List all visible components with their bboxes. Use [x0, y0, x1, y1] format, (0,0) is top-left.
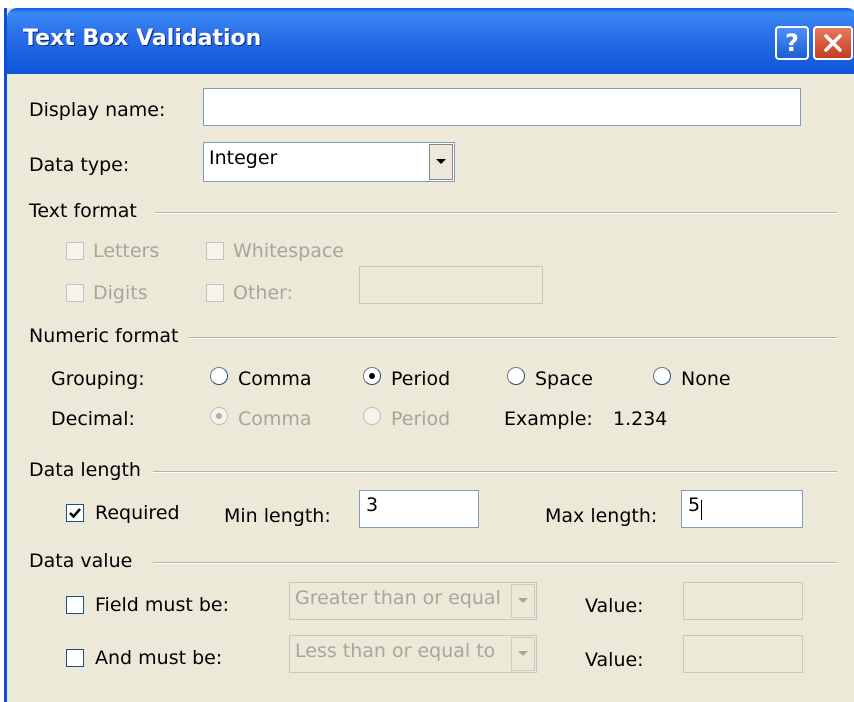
field-operator-selected: Greater than or equal	[295, 587, 501, 609]
whitespace-label: Whitespace	[233, 240, 344, 262]
digits-checkbox[interactable]	[66, 284, 84, 302]
required-checkbox[interactable]	[66, 504, 84, 522]
section-divider	[153, 562, 837, 564]
data-length-section: Data length	[29, 459, 141, 481]
field-must-be-label: Field must be:	[95, 594, 229, 616]
max-length-label: Max length:	[545, 505, 658, 527]
example-value: 1.234	[613, 408, 668, 430]
and-must-be-label: And must be:	[95, 647, 223, 669]
max-length-value: 5	[688, 494, 701, 516]
grouping-period-radio[interactable]	[363, 367, 381, 385]
min-length-label: Min length:	[224, 505, 331, 527]
grouping-space-radio[interactable]	[507, 367, 525, 385]
data-length-heading: Data length	[29, 459, 141, 481]
close-button[interactable]	[813, 26, 853, 60]
data-value-section: Data value	[29, 550, 132, 572]
digits-label: Digits	[93, 282, 148, 304]
letters-label: Letters	[93, 240, 160, 262]
field-operator-select[interactable]: Greater than or equal	[289, 582, 537, 620]
window-title: Text Box Validation	[23, 26, 262, 51]
decimal-comma-radio[interactable]	[210, 407, 228, 425]
text-format-section: Text format	[29, 200, 137, 222]
chevron-down-icon	[436, 159, 446, 164]
help-button[interactable]: ?	[775, 26, 809, 60]
display-name-label: Display name:	[29, 99, 166, 121]
dropdown-arrow-button[interactable]	[429, 144, 453, 180]
grouping-comma-label: Comma	[238, 368, 312, 390]
help-icon: ?	[785, 29, 799, 57]
min-length-value: 3	[366, 494, 379, 516]
other-checkbox[interactable]	[206, 284, 224, 302]
section-divider	[153, 471, 837, 473]
and-must-be-checkbox[interactable]	[66, 649, 84, 667]
grouping-space-label: Space	[535, 368, 593, 390]
numeric-format-heading: Numeric format	[29, 325, 179, 347]
and-operator-select[interactable]: Less than or equal to	[289, 635, 537, 673]
section-divider	[189, 337, 837, 339]
field-must-be-checkbox[interactable]	[66, 596, 84, 614]
text-box-validation-dialog: Text Box Validation ? Display name: Data…	[4, 8, 854, 702]
decimal-period-radio[interactable]	[363, 407, 381, 425]
radio-selected-dot	[369, 373, 375, 379]
max-length-input[interactable]: 5	[681, 490, 803, 528]
and-value-label: Value:	[585, 649, 644, 671]
data-type-label: Data type:	[29, 154, 130, 176]
whitespace-checkbox[interactable]	[206, 242, 224, 260]
radio-selected-dot	[216, 413, 222, 419]
checkmark-icon	[69, 508, 81, 519]
close-icon	[824, 34, 842, 52]
grouping-comma-radio[interactable]	[210, 367, 228, 385]
title-bar: Text Box Validation ?	[7, 8, 854, 74]
data-value-heading: Data value	[29, 550, 133, 572]
data-type-selected: Integer	[209, 147, 278, 169]
example-label: Example:	[504, 408, 593, 430]
grouping-period-label: Period	[391, 368, 451, 390]
other-input[interactable]	[359, 266, 543, 304]
data-type-select[interactable]: Integer	[203, 142, 455, 182]
letters-checkbox[interactable]	[66, 242, 84, 260]
required-label: Required	[95, 502, 180, 524]
numeric-format-section: Numeric format	[29, 325, 178, 347]
dropdown-arrow-button[interactable]	[511, 584, 535, 618]
decimal-period-label: Period	[391, 408, 451, 430]
grouping-none-label: None	[681, 368, 731, 390]
chevron-down-icon	[518, 651, 528, 656]
dropdown-arrow-button[interactable]	[511, 637, 535, 671]
decimal-label: Decimal:	[51, 408, 135, 430]
chevron-down-icon	[518, 598, 528, 603]
grouping-none-radio[interactable]	[653, 367, 671, 385]
text-format-heading: Text format	[29, 200, 137, 222]
decimal-comma-label: Comma	[238, 408, 312, 430]
and-value-input[interactable]	[683, 635, 803, 673]
and-operator-selected: Less than or equal to	[295, 640, 496, 662]
text-cursor	[701, 500, 702, 520]
grouping-label: Grouping:	[51, 368, 145, 390]
field-value-input[interactable]	[683, 582, 803, 620]
display-name-input[interactable]	[203, 88, 801, 126]
min-length-input[interactable]: 3	[359, 490, 479, 528]
other-label: Other:	[233, 282, 294, 304]
field-value-label: Value:	[585, 595, 644, 617]
